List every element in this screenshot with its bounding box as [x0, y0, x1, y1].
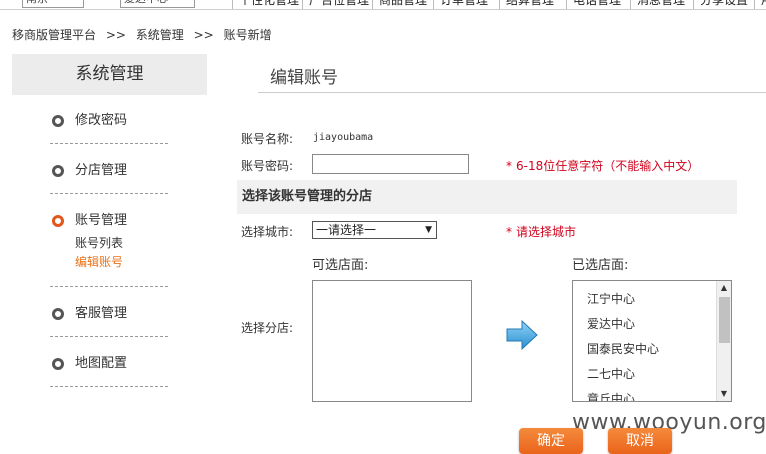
- radio-icon: [52, 308, 64, 320]
- divider: [50, 143, 168, 144]
- breadcrumb: 移商版管理平台 >> 系统管理 >> 账号新增: [12, 26, 278, 43]
- password-input[interactable]: [312, 154, 469, 174]
- nav-item-personalize[interactable]: 个性化管理: [232, 0, 299, 9]
- nav-item-messages[interactable]: 消息管理: [630, 0, 685, 9]
- nav-item-phone[interactable]: 电话管理: [566, 0, 621, 9]
- region-select[interactable]: 南京: [22, 0, 84, 8]
- sidebar-item-label: 客服管理: [75, 306, 128, 321]
- nav-item-settlement[interactable]: 结算管理: [499, 0, 554, 9]
- city-label: 选择城市:: [241, 225, 294, 239]
- radio-icon: [52, 115, 64, 127]
- scroll-up-icon[interactable]: ▲: [717, 281, 731, 295]
- list-item[interactable]: 国泰民安中心: [587, 337, 659, 362]
- divider: [50, 193, 168, 194]
- sidebar-subitem-account-list[interactable]: 账号列表: [50, 234, 168, 253]
- selected-stores-title: 已选店面:: [572, 258, 629, 273]
- account-name-value: jiayoubama: [313, 132, 374, 143]
- breadcrumb-system[interactable]: 系统管理: [136, 28, 184, 42]
- cancel-button[interactable]: 取消: [608, 428, 672, 454]
- sidebar-item-store-management[interactable]: 分店管理: [50, 161, 168, 181]
- list-item[interactable]: 江宁中心: [587, 287, 659, 312]
- nav-item-share[interactable]: 分享设置: [693, 0, 748, 9]
- account-name-label: 账号名称:: [241, 132, 294, 146]
- available-stores-title: 可选店面:: [312, 258, 369, 273]
- password-hint-text: 6-18位任意字符（不能输入中文）: [516, 159, 700, 173]
- breadcrumb-home[interactable]: 移商版管理平台: [12, 28, 96, 42]
- scroll-down-icon[interactable]: ▼: [717, 387, 731, 401]
- selected-stores-list[interactable]: 江宁中心 爱达中心 国泰民安中心 二七中心 章丘中心 ▲ ▼: [572, 280, 732, 402]
- required-star-icon: *: [506, 159, 512, 173]
- top-nav: 南京 爱达中心 个性化管理 广告位管理 商品管理 订单管理 结算管理 电话管理 …: [0, 0, 766, 10]
- sidebar-item-account-management[interactable]: 账号管理 账号列表 编辑账号: [50, 211, 168, 272]
- city-select[interactable]: 一请选择一 ▼: [312, 221, 437, 239]
- page-title: 编辑账号: [270, 68, 338, 88]
- breadcrumb-separator: >>: [193, 28, 214, 42]
- scrollbar-thumb[interactable]: [719, 297, 730, 343]
- divider: [50, 336, 168, 337]
- city-select-value: 一请选择一: [316, 223, 377, 237]
- required-star-icon: *: [506, 225, 512, 239]
- list-item[interactable]: 章丘中心: [587, 387, 659, 401]
- sidebar-item-label: 修改密码: [75, 113, 128, 128]
- breadcrumb-current: 账号新增: [223, 28, 272, 42]
- nav-item-ads[interactable]: 广告位管理: [302, 0, 369, 9]
- move-right-arrow-icon[interactable]: [505, 318, 539, 352]
- list-item[interactable]: 爱达中心: [587, 312, 659, 337]
- sidebar-item-label: 分店管理: [75, 163, 128, 178]
- nav-item-more[interactable]: 用: [754, 0, 766, 9]
- nav-item-orders[interactable]: 订单管理: [433, 0, 488, 9]
- password-hint: * 6-18位任意字符（不能输入中文）: [506, 157, 699, 174]
- sidebar-item-change-password[interactable]: 修改密码: [50, 111, 168, 131]
- city-hint: * 请选择城市: [506, 223, 576, 240]
- list-item[interactable]: 二七中心: [587, 362, 659, 387]
- radio-selected-icon: [52, 215, 64, 227]
- sidebar-subitem-edit-account[interactable]: 编辑账号: [50, 253, 168, 272]
- store-select[interactable]: 爱达中心: [120, 0, 195, 8]
- sidebar-item-map-config[interactable]: 地图配置: [50, 354, 168, 374]
- sidebar-title: 系统管理: [12, 54, 207, 95]
- section-title: 选择该账号管理的分店: [237, 180, 737, 214]
- city-hint-text: 请选择城市: [516, 225, 577, 239]
- confirm-button[interactable]: 确定: [519, 428, 583, 454]
- radio-icon: [52, 358, 64, 370]
- nav-item-goods[interactable]: 商品管理: [372, 0, 427, 9]
- dropdown-arrow-icon: ▼: [425, 225, 432, 235]
- password-label: 账号密码:: [241, 159, 294, 173]
- scrollbar[interactable]: ▲ ▼: [716, 281, 731, 401]
- sidebar-item-customer-service[interactable]: 客服管理: [50, 304, 168, 324]
- sidebar-item-label: 地图配置: [75, 356, 128, 371]
- divider: [50, 386, 168, 387]
- divider: [50, 286, 168, 287]
- store-label: 选择分店:: [241, 321, 294, 335]
- available-stores-list[interactable]: [312, 280, 472, 402]
- sidebar-item-label: 账号管理: [75, 213, 128, 228]
- radio-icon: [52, 165, 64, 177]
- breadcrumb-separator: >>: [105, 28, 126, 42]
- title-divider: [258, 92, 766, 93]
